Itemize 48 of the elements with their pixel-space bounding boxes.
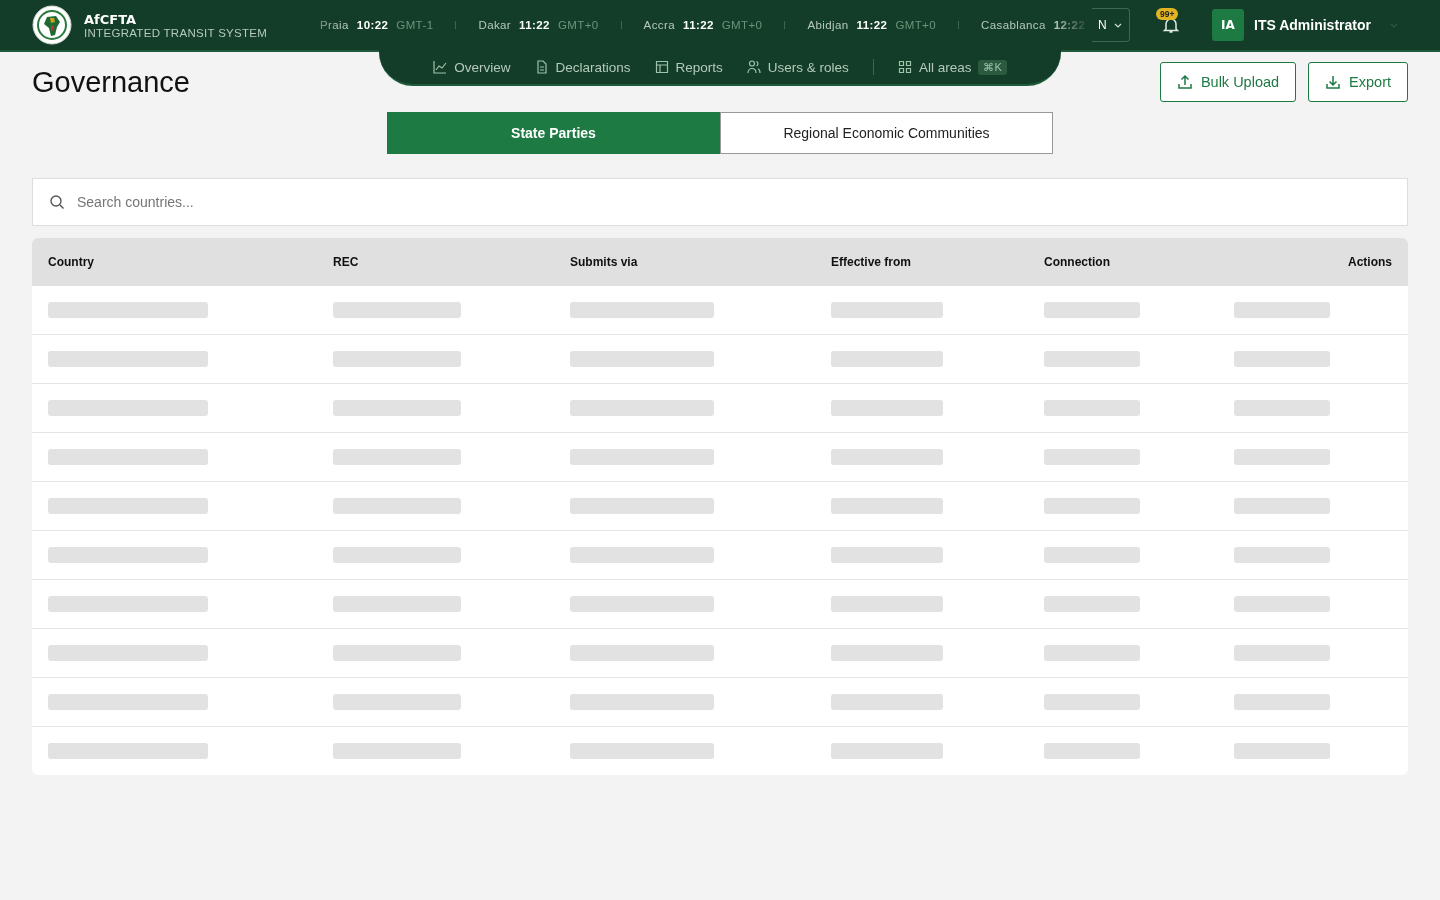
column-header: Submits via xyxy=(570,255,639,269)
user-avatar: IA xyxy=(1212,9,1244,41)
action-button[interactable]: Bulk Upload xyxy=(1159,62,1297,102)
nav-link[interactable]: Declarations xyxy=(534,59,631,75)
download-icon xyxy=(1325,74,1342,90)
city-time: 12:22 xyxy=(1053,19,1086,31)
grid-icon xyxy=(897,60,912,74)
nav-link[interactable]: All areas ⌘K xyxy=(897,59,1007,75)
search-field[interactable]: Search countries... xyxy=(32,178,1408,226)
upload-icon xyxy=(1176,74,1193,90)
users-icon xyxy=(746,60,761,74)
column-header: Country xyxy=(48,255,95,269)
nav-link[interactable]: Reports xyxy=(654,59,723,75)
timezone-label: GMT+0 xyxy=(557,19,599,31)
search-icon xyxy=(49,194,65,210)
shortcut-hint: ⌘K xyxy=(978,59,1007,75)
document-icon xyxy=(534,60,549,74)
column-header: Connection xyxy=(1044,255,1111,269)
user-name[interactable]: ITS Administrator xyxy=(1254,17,1371,33)
brand-subtitle: INTEGRATED TRANSIT SYSTEM xyxy=(84,26,268,39)
emblem-icon xyxy=(32,5,72,45)
city-label: Accra xyxy=(643,19,675,31)
timezone-label: GMT+0 xyxy=(895,19,937,31)
page-title: Governance xyxy=(32,66,191,100)
city-label: Dakar xyxy=(478,19,512,31)
column-header: Effective from xyxy=(831,255,913,269)
brand-name: AfCFTA xyxy=(84,11,138,27)
city-time: 11:22 xyxy=(519,19,550,31)
city-time: 11:22 xyxy=(856,19,888,31)
action-button[interactable]: Export xyxy=(1308,62,1408,102)
column-header: Actions xyxy=(1347,255,1392,269)
city-label: Casablanca xyxy=(981,19,1046,31)
city-time: 10:22 xyxy=(356,19,389,31)
nav-link[interactable]: Overview xyxy=(433,59,511,75)
notification-button[interactable]: 99+ xyxy=(1156,10,1186,40)
line-chart-icon xyxy=(433,60,448,74)
language-select[interactable]: N xyxy=(1092,8,1130,42)
notification-badge: 99+ xyxy=(1156,8,1179,20)
tab[interactable]: State Parties xyxy=(387,112,720,154)
city-label: Abidjan xyxy=(807,19,849,31)
tab[interactable]: Regional Economic Communities xyxy=(720,112,1053,154)
column-header: REC xyxy=(333,255,360,269)
city-time: 11:22 xyxy=(682,19,714,31)
nav-link[interactable]: Users & roles xyxy=(746,59,849,75)
table-icon xyxy=(654,60,669,74)
city-label: Praia xyxy=(320,19,349,31)
timezone-label: GMT+0 xyxy=(721,19,763,31)
timezone-label: GMT-1 xyxy=(396,19,434,31)
